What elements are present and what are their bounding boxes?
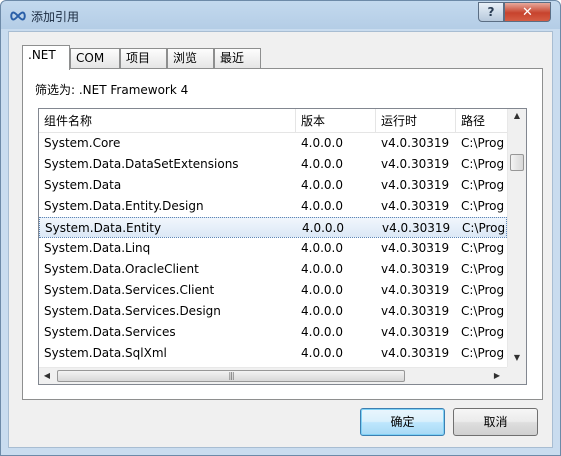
table-row[interactable]: System.Data.Services 4.0.0.0 v4.0.30319 C:\… xyxy=(39,322,507,343)
cell-runtime: v4.0.30319 xyxy=(381,136,450,150)
add-reference-dialog: 添加引用 ? ✕ .NET COM 项目 浏览 最近 筛选为: .NET Fra… xyxy=(0,0,561,456)
cell-component-name: System.Core xyxy=(44,136,121,150)
cell-path: C:\Prog xyxy=(461,325,505,339)
cell-component-name: System.Data.SqlXml xyxy=(44,346,167,360)
table-row[interactable]: System.Data.OracleClient 4.0.0.0 v4.0.3031… xyxy=(39,259,507,280)
cell-version: 4.0.0.0 xyxy=(301,346,343,360)
component-list[interactable]: 组件名称 版本 运行时 路径 System.Core 4.0.0.0 v4.0.30… xyxy=(38,108,527,385)
cell-runtime: v4.0.30319 xyxy=(381,325,450,339)
tab-panel: 筛选为: .NET Framework 4 组件名称 版本 运行时 路径 Sys… xyxy=(22,68,543,400)
cell-path: C:\Prog xyxy=(461,304,505,318)
cell-component-name: System.Data.Linq xyxy=(44,241,151,255)
cell-component-name: System.Data.Services.Design xyxy=(44,304,221,318)
cell-component-name: System.Data.Entity xyxy=(45,221,162,235)
cancel-button[interactable]: 取消 xyxy=(453,408,538,436)
cell-path: C:\Prog xyxy=(461,241,505,255)
cell-path: C:\Prog xyxy=(461,262,505,276)
ok-button[interactable]: 确定 xyxy=(360,408,445,436)
cell-component-name: System.Data.DataSetExtensions xyxy=(44,157,239,171)
cell-runtime: v4.0.30319 xyxy=(381,199,450,213)
column-header-runtime[interactable]: 运行时 xyxy=(376,109,456,133)
filter-label: 筛选为: .NET Framework 4 xyxy=(35,83,189,97)
cell-runtime: v4.0.30319 xyxy=(381,283,450,297)
cell-version: 4.0.0.0 xyxy=(301,241,343,255)
table-row[interactable]: System.Data.Services.Design 4.0.0.0 v4.0.3… xyxy=(39,301,507,322)
vertical-scrollbar[interactable]: ▲ ▼ xyxy=(507,109,526,367)
list-header: 组件名称 版本 运行时 路径 xyxy=(39,109,507,133)
horizontal-scroll-thumb[interactable]: ||| xyxy=(57,370,405,382)
window-title: 添加引用 xyxy=(31,10,80,24)
title-bar[interactable]: 添加引用 ? ✕ xyxy=(1,1,560,31)
table-row[interactable]: System.Core 4.0.0.0 v4.0.30319 C:\Prog xyxy=(39,133,507,154)
help-button[interactable]: ? xyxy=(478,2,504,22)
cell-version: 4.0.0.0 xyxy=(301,262,343,276)
scroll-left-icon[interactable]: ◀ xyxy=(42,371,52,380)
tab-dotnet[interactable]: .NET xyxy=(22,45,70,70)
column-header-version[interactable]: 版本 xyxy=(296,109,376,133)
table-row[interactable]: System.Data.Entity 4.0.0.0 v4.0.30319 C:\Pr… xyxy=(39,217,507,238)
horizontal-scrollbar[interactable]: ◀ ||| ▶ xyxy=(39,367,507,384)
cell-version: 4.0.0.0 xyxy=(302,221,344,235)
tab-com[interactable]: COM xyxy=(70,48,120,69)
vertical-scroll-thumb[interactable] xyxy=(510,154,524,171)
close-icon: ✕ xyxy=(522,4,533,20)
cell-version: 4.0.0.0 xyxy=(301,283,343,297)
scroll-up-icon[interactable]: ▲ xyxy=(508,111,526,120)
cell-runtime: v4.0.30319 xyxy=(381,262,450,276)
scroll-right-icon[interactable]: ▶ xyxy=(492,371,502,380)
cell-runtime: v4.0.30319 xyxy=(381,241,450,255)
cell-runtime: v4.0.30319 xyxy=(381,157,450,171)
cell-component-name: System.Data.Entity.Design xyxy=(44,199,204,213)
cell-runtime: v4.0.30319 xyxy=(381,178,450,192)
scroll-down-icon[interactable]: ▼ xyxy=(508,353,526,362)
cell-path: C:\Prog xyxy=(461,157,505,171)
cell-runtime: v4.0.30319 xyxy=(382,221,451,235)
cell-component-name: System.Data.Services.Client xyxy=(44,283,215,297)
cell-component-name: System.Data.Services xyxy=(44,325,176,339)
table-row[interactable]: System.Data.DataSetExtensions 4.0.0.0 v4.0… xyxy=(39,154,507,175)
close-button[interactable]: ✕ xyxy=(504,2,551,22)
cell-path: C:\Prog xyxy=(461,199,505,213)
cell-version: 4.0.0.0 xyxy=(301,136,343,150)
table-row[interactable]: System.Data.Services.Client 4.0.0.0 v4.0.3… xyxy=(39,280,507,301)
tab-projects[interactable]: 项目 xyxy=(120,48,167,69)
cell-path: C:\Prog xyxy=(462,221,506,235)
list-rows: System.Core 4.0.0.0 v4.0.30319 C:\Prog Syste… xyxy=(39,133,507,367)
tab-recent[interactable]: 最近 xyxy=(214,48,261,69)
table-row[interactable]: System.Data.SqlXml 4.0.0.0 v4.0.30319 C:\Pr… xyxy=(39,343,507,364)
infinity-link-icon xyxy=(9,9,27,23)
cell-version: 4.0.0.0 xyxy=(301,325,343,339)
cell-version: 4.0.0.0 xyxy=(301,178,343,192)
column-header-name[interactable]: 组件名称 xyxy=(39,109,296,133)
tab-browse[interactable]: 浏览 xyxy=(167,48,214,69)
table-row[interactable]: System.Data.Linq 4.0.0.0 v4.0.30319 C:\Prog xyxy=(39,238,507,259)
table-row[interactable]: System.Data 4.0.0.0 v4.0.30319 C:\Prog xyxy=(39,175,507,196)
cell-version: 4.0.0.0 xyxy=(301,199,343,213)
cell-component-name: System.Data.OracleClient xyxy=(44,262,199,276)
cell-path: C:\Prog xyxy=(461,136,505,150)
cell-path: C:\Prog xyxy=(461,346,505,360)
column-header-path[interactable]: 路径 xyxy=(456,109,507,133)
table-row[interactable]: System.Data.Entity.Design 4.0.0.0 v4.0.303… xyxy=(39,196,507,217)
dialog-body: .NET COM 项目 浏览 最近 筛选为: .NET Framework 4 … xyxy=(8,31,553,448)
cell-version: 4.0.0.0 xyxy=(301,157,343,171)
cell-version: 4.0.0.0 xyxy=(301,304,343,318)
cell-path: C:\Prog xyxy=(461,283,505,297)
cell-runtime: v4.0.30319 xyxy=(381,304,450,318)
scrollbar-corner xyxy=(507,367,526,384)
cell-path: C:\Prog xyxy=(461,178,505,192)
cell-component-name: System.Data xyxy=(44,178,122,192)
cell-runtime: v4.0.30319 xyxy=(381,346,450,360)
